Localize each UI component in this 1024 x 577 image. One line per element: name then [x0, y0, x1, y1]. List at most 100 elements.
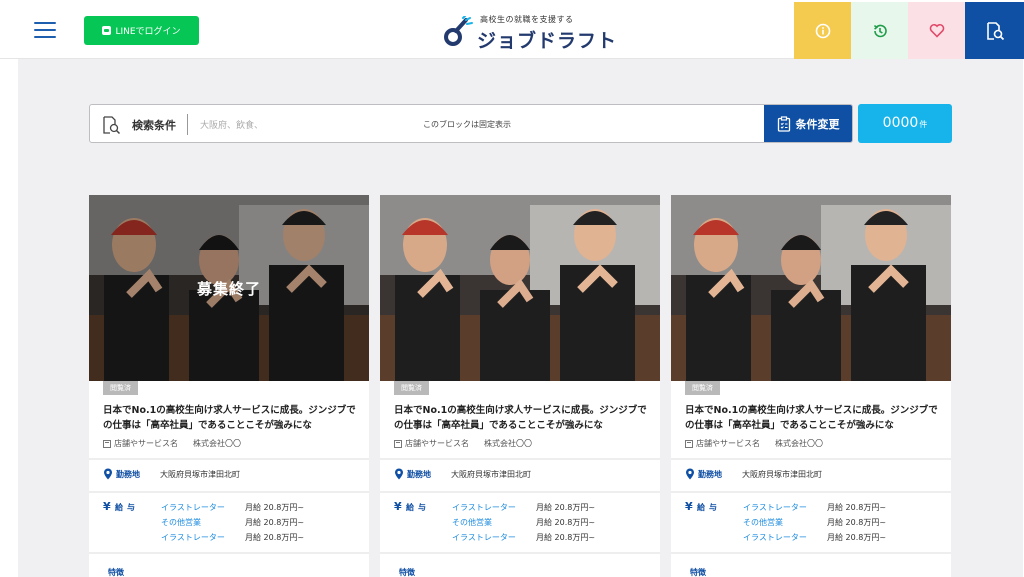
- info-icon: [815, 23, 830, 38]
- salary-job-link[interactable]: イラストレーター: [161, 502, 245, 513]
- job-photo: [380, 195, 660, 381]
- site-header: LINEでログイン 高校生の就職を支援する ジョブドラフト: [0, 0, 1024, 59]
- divider: [89, 458, 369, 460]
- map-pin-icon: [686, 468, 694, 480]
- closed-label: 募集終了: [196, 279, 261, 298]
- search-conditions-bar[interactable]: 検索条件 大阪府、飲食、 このブロックは固定表示 条件変更: [89, 104, 853, 143]
- store-info: 店舗やサービス名 株式会社〇〇: [103, 438, 241, 449]
- salary-job-link[interactable]: その他営業: [452, 517, 536, 528]
- salary-item: その他営業 月給 20.8万円~: [161, 517, 304, 532]
- job-card[interactable]: 閲覧済 日本でNo.1の高校生向け求人サービスに成長。ジンジブでの仕事は「高卒社…: [671, 195, 951, 577]
- viewed-badge: 閲覧済: [685, 381, 720, 395]
- salary-amount: 月給 20.8万円~: [536, 503, 596, 512]
- menu-icon[interactable]: [34, 22, 56, 39]
- salary-job-link[interactable]: イラストレーター: [743, 532, 827, 543]
- building-icon: [394, 439, 402, 448]
- job-photo: [671, 195, 951, 381]
- salary-amount: 月給 20.8万円~: [536, 518, 596, 527]
- closed-overlay: 募集終了: [89, 195, 369, 381]
- location-row: 勤務地 大阪府貝塚市津田北町: [394, 468, 531, 480]
- salary-amount: 月給 20.8万円~: [245, 503, 305, 512]
- salary-item: イラストレーター 月給 20.8万円~: [161, 532, 304, 547]
- location-row: 勤務地 大阪府貝塚市津田北町: [685, 468, 822, 480]
- salary-amount: 月給 20.8万円~: [827, 533, 887, 542]
- job-card[interactable]: 閲覧済 日本でNo.1の高校生向け求人サービスに成長。ジンジブでの仕事は「高卒社…: [380, 195, 660, 577]
- result-count: 0000: [882, 115, 919, 131]
- search-conditions-label: 検索条件: [132, 119, 176, 132]
- salary-amount: 月給 20.8万円~: [827, 503, 887, 512]
- logo-tagline: 高校生の就職を支援する: [480, 15, 574, 24]
- change-conditions-button[interactable]: 条件変更: [764, 105, 852, 142]
- salary-job-link[interactable]: イラストレーター: [452, 532, 536, 543]
- salary-job-link[interactable]: その他営業: [743, 517, 827, 528]
- clipboard-icon: [777, 115, 790, 132]
- divider: [89, 491, 369, 493]
- salary-amount: 月給 20.8万円~: [536, 533, 596, 542]
- salary-job-link[interactable]: イラストレーター: [161, 532, 245, 543]
- salary-job-link[interactable]: イラストレーター: [743, 502, 827, 513]
- store-info: 店舗やサービス名 株式会社〇〇: [394, 438, 532, 449]
- document-search-icon: [103, 116, 121, 135]
- salary-amount: 月給 20.8万円~: [245, 533, 305, 542]
- change-conditions-label: 条件変更: [795, 117, 840, 131]
- yen-icon: ¥: [103, 500, 111, 513]
- heart-icon: [929, 23, 944, 38]
- divider: [671, 491, 951, 493]
- salary-item: その他営業 月給 20.8万円~: [452, 517, 595, 532]
- salary-list: イラストレーター 月給 20.8万円~ その他営業 月給 20.8万円~ イラストレータ…: [161, 502, 304, 547]
- building-icon: [103, 439, 111, 448]
- document-search-icon: [986, 21, 1004, 40]
- logo-mark-icon: [444, 16, 473, 46]
- location-label: 勤務地: [116, 469, 140, 479]
- location-value: 大阪府貝塚市津田北町: [451, 469, 531, 479]
- yen-icon: ¥: [685, 500, 693, 513]
- divider: [380, 491, 660, 493]
- salary-item: その他営業 月給 20.8万円~: [743, 517, 886, 532]
- result-count-button[interactable]: 0000 件: [858, 104, 952, 143]
- job-card[interactable]: 募集終了 閲覧済 日本でNo.1の高校生向け求人サービスに成長。ジンジブでの仕事…: [89, 195, 369, 577]
- viewed-badge: 閲覧済: [103, 381, 138, 395]
- favorites-button[interactable]: [908, 2, 965, 59]
- job-title[interactable]: 日本でNo.1の高校生向け求人サービスに成長。ジンジブでの仕事は「高卒社員」であ…: [103, 403, 359, 433]
- location-label: 勤務地: [407, 469, 431, 479]
- search-conditions-summary: 大阪府、飲食、: [200, 121, 264, 131]
- feature-label: 特徴: [399, 568, 415, 577]
- fixed-block-note: このブロックは固定表示: [423, 120, 511, 129]
- salary-amount: 月給 20.8万円~: [245, 518, 305, 527]
- line-icon: [102, 26, 112, 35]
- salary-item: イラストレーター 月給 20.8万円~: [452, 502, 595, 517]
- salary-amount: 月給 20.8万円~: [827, 518, 887, 527]
- salary-item: イラストレーター 月給 20.8万円~: [452, 532, 595, 547]
- map-pin-icon: [395, 468, 403, 480]
- building-icon: [685, 439, 693, 448]
- divider: [671, 552, 951, 554]
- logo-name: ジョブドラフト: [477, 30, 618, 52]
- store-name: 店舗やサービス名: [696, 439, 760, 448]
- map-pin-icon: [104, 468, 112, 480]
- salary-label: 給与: [115, 503, 139, 512]
- location-value: 大阪府貝塚市津田北町: [742, 469, 822, 479]
- store-name: 店舗やサービス名: [114, 439, 178, 448]
- result-count-unit: 件: [919, 120, 928, 129]
- salary-job-link[interactable]: その他営業: [161, 517, 245, 528]
- line-login-button[interactable]: LINEでログイン: [84, 16, 199, 45]
- divider: [380, 458, 660, 460]
- company-name: 株式会社〇〇: [775, 439, 823, 448]
- search-button[interactable]: [965, 2, 1024, 59]
- line-login-label: LINEでログイン: [115, 27, 181, 37]
- location-label: 勤務地: [698, 469, 722, 479]
- yen-icon: ¥: [394, 500, 402, 513]
- site-logo[interactable]: 高校生の就職を支援する ジョブドラフト: [444, 12, 616, 52]
- info-button[interactable]: [794, 2, 851, 59]
- viewed-badge: 閲覧済: [394, 381, 429, 395]
- salary-label: 給与: [697, 503, 721, 512]
- history-button[interactable]: [851, 2, 908, 59]
- salary-job-link[interactable]: イラストレーター: [452, 502, 536, 513]
- location-row: 勤務地 大阪府貝塚市津田北町: [103, 468, 240, 480]
- salary-list: イラストレーター 月給 20.8万円~ その他営業 月給 20.8万円~ イラストレータ…: [452, 502, 595, 547]
- salary-item: イラストレーター 月給 20.8万円~: [743, 502, 886, 517]
- job-title[interactable]: 日本でNo.1の高校生向け求人サービスに成長。ジンジブでの仕事は「高卒社員」であ…: [685, 403, 941, 433]
- job-title[interactable]: 日本でNo.1の高校生向け求人サービスに成長。ジンジブでの仕事は「高卒社員」であ…: [394, 403, 650, 433]
- company-name: 株式会社〇〇: [484, 439, 532, 448]
- salary-label: 給与: [406, 503, 430, 512]
